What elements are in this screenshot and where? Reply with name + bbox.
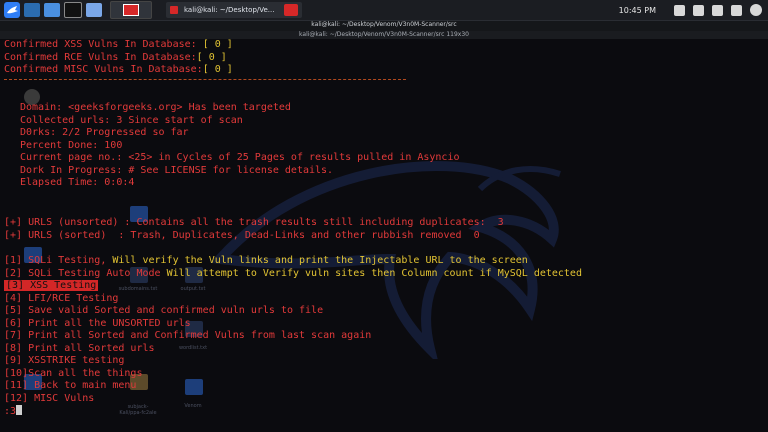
taskbar-window-button[interactable]: kali@kali: ~/Desktop/Ve... [166,2,303,18]
percent-done-line: Percent Done: 100 [20,139,123,151]
desktop-folder-icon [185,379,203,395]
urls-unsorted-line: [+] URLS (unsorted) : Contains all the t… [4,217,504,228]
xss-db-line: Confirmed XSS Vulns In Database: [ 0 ] [4,39,233,52]
menu-item-2-label: [2] SQLi Testing Auto Mode [4,267,167,279]
domain-line: Domain: <geeksforgeeks.org> Has been tar… [20,102,291,113]
terminal-tabbar: kali@kali: ~/Desktop/Venom/V3n0M-Scanner… [0,31,768,39]
menu-item-10: [10]Scan all the things [4,367,143,379]
text-cursor [16,405,23,415]
urls-sorted-line: [+] URLS (sorted) : Trash, Duplicates, D… [4,229,480,241]
desktop-icon-label: wordlist.txt [178,345,208,351]
menu-item-5: [5] Save valid Sorted and confirmed vuln… [4,305,324,316]
kali-menu-icon[interactable] [4,2,20,18]
browser-icon[interactable] [86,3,102,17]
dorks-line: D0rks: 2/2 Progressed so far [20,127,189,138]
xss-db-value: [ 0 ] [202,39,233,50]
terminal-window-icon [170,6,178,14]
top-taskbar: kali@kali: ~/Desktop/Ve... 10:45 PM [0,0,768,21]
menu-item-1: [1] SQLi Testing, Will verify the Vuln l… [4,255,528,268]
misc-db-line: Confirmed MISC Vulns In Database:[ 0 ] [4,64,233,77]
clock[interactable]: 10:45 PM [619,6,656,15]
system-tray: 10:45 PM [619,0,768,20]
workspace-switcher[interactable] [110,1,152,19]
menu-item-7: [7] Print all Sorted and Confirmed Vulns… [4,330,372,341]
show-desktop-icon[interactable] [24,3,40,17]
terminal-subtitle: kali@kali: ~/Desktop/Venom/V3n0M-Scanner… [299,31,469,38]
volume-icon[interactable] [693,4,704,16]
taskbar-window-title: kali@kali: ~/Desktop/Ve... [184,6,275,14]
workspace-active-icon [123,4,139,16]
menu-item-6: [6] Print all the UNSORTED urls [4,317,191,329]
taskbar-window-indicator-icon [284,4,299,16]
desktop-icon-label: subjack-Kali/ppa-fc2ale [119,404,157,416]
power-icon[interactable] [750,4,762,16]
elapsed-time-line: Elapsed Time: 0:0:4 [20,177,135,188]
prompt-line[interactable]: :3 [4,405,23,419]
menu-item-3: [3] XSS Testing [4,280,99,293]
current-page-line: Current page no.: <25> in Cycles of 25 P… [20,152,460,163]
misc-db-label: Confirmed MISC Vulns In Database: [4,64,203,75]
separator-line [4,79,406,80]
desktop-icon-label: output.txt [180,286,206,292]
display-icon[interactable] [674,4,685,16]
notification-bell-icon[interactable] [712,4,723,16]
terminal-title: kali@kali: ~/Desktop/Venom/V3n0M-Scanner… [311,21,457,28]
menu-item-9: [9] XSSTRIKE testing [4,355,125,366]
menu-item-2-desc: Will attempt to Verify vuln sites then C… [166,267,582,279]
rce-db-label: Confirmed RCE Vulns In Database: [4,51,197,63]
terminal-titlebar[interactable]: kali@kali: ~/Desktop/Venom/V3n0M-Scanner… [0,21,768,31]
menu-item-3-selected: [3] XSS Testing [4,280,99,291]
menu-item-1-desc: Will verify the Vuln links and print the… [112,255,528,266]
menu-item-8: [8] Print all Sorted urls [4,342,155,354]
terminal-body[interactable]: subdomains.txt output.txt wordlist.txt s… [0,39,768,432]
misc-db-value: [ 0 ] [202,64,233,75]
dork-in-progress-line: Dork In Progress: # See LICENSE for lice… [20,164,334,176]
rce-db-value: [ 0 ] [196,51,227,63]
collected-urls-line: Collected urls: 3 Since start of scan [20,114,243,126]
desktop-icon-label: subdomains.txt [118,286,158,292]
menu-item-12: [12] MISC Vulns [4,392,95,404]
desktop-icon-label: Venom [184,403,202,409]
menu-item-4: [4] LFI/RCE Testing [4,292,119,304]
terminal-launcher-icon[interactable] [64,2,82,18]
taskbar-launchers [0,0,152,20]
file-manager-icon[interactable] [44,3,60,17]
menu-item-11: [11] Back to main menu [4,380,137,391]
xss-db-label: Confirmed XSS Vulns In Database: [4,39,197,50]
rce-db-line: Confirmed RCE Vulns In Database:[ 0 ] [4,52,227,65]
menu-item-2: [2] SQLi Testing Auto Mode Will attempt … [4,268,582,281]
prompt-text: :3 [4,406,17,417]
menu-item-1-label: [1] SQLi Testing, [4,255,113,266]
lock-icon[interactable] [731,4,742,16]
